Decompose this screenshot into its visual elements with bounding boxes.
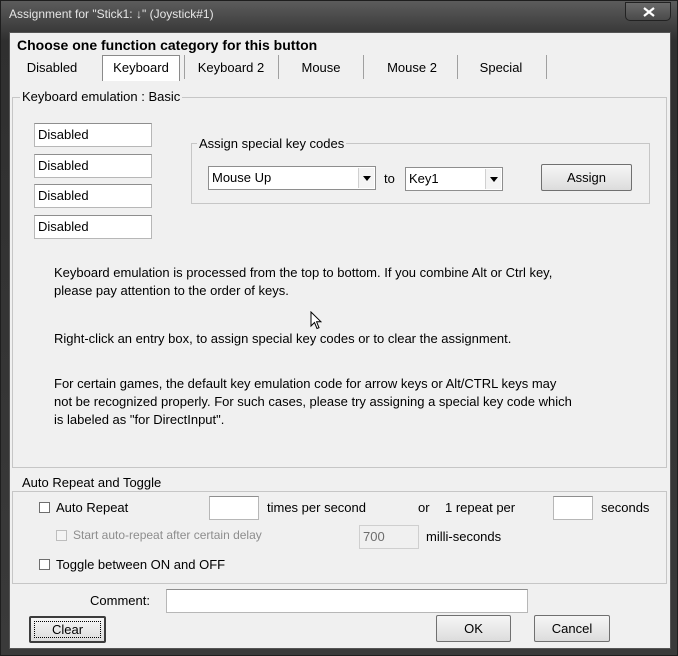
tab-special[interactable]: Special [460, 55, 542, 81]
special-key-target-select[interactable]: Key1 [405, 167, 503, 191]
toggle-label[interactable]: Toggle between ON and OFF [56, 557, 225, 572]
info-line: For certain games, the default key emula… [54, 376, 557, 391]
key-entry-1[interactable]: Disabled [34, 123, 152, 147]
dropdown-arrow-icon[interactable] [358, 168, 374, 188]
page-title: Choose one function category for this bu… [17, 37, 318, 53]
window-title: Assignment for "Stick1: ↓" (Joystick#1) [9, 7, 214, 21]
tab-disabled[interactable]: Disabled [16, 55, 88, 81]
one-repeat-per-label: 1 repeat per [445, 500, 516, 515]
close-button[interactable] [625, 2, 671, 21]
dialog-client-area: Choose one function category for this bu… [9, 32, 671, 649]
mouse-cursor-icon [310, 311, 322, 330]
title-bar[interactable]: Assignment for "Stick1: ↓" (Joystick#1) [1, 1, 678, 31]
toggle-checkbox[interactable] [39, 559, 50, 570]
auto-repeat-checkbox[interactable] [39, 502, 50, 513]
milli-seconds-label: milli-seconds [426, 529, 502, 544]
info-line: is labeled as "for DirectInput". [54, 412, 225, 427]
delay-input[interactable]: 700 [359, 525, 419, 549]
info-line: Right-click an entry box, to assign spec… [54, 331, 512, 346]
tab-mouse-2[interactable]: Mouse 2 [368, 55, 456, 81]
special-key-target-value: Key1 [409, 171, 439, 186]
to-label: to [384, 171, 395, 186]
seconds-label: seconds [601, 500, 650, 515]
clear-button[interactable]: Clear [29, 616, 106, 643]
close-icon [643, 7, 655, 17]
key-entry-3[interactable]: Disabled [34, 184, 152, 208]
info-paragraph-right-click: Right-click an entry box, to assign spec… [54, 330, 624, 348]
focus-indicator [34, 621, 101, 638]
special-key-source-select[interactable]: Mouse Up [208, 166, 376, 190]
comment-input[interactable] [166, 589, 528, 613]
tab-divider [184, 55, 185, 79]
ok-button[interactable]: OK [436, 615, 511, 642]
info-line: not be recognized properly. For such cas… [54, 394, 572, 409]
delay-label: Start auto-repeat after certain delay [73, 528, 262, 542]
info-paragraph-directinput: For certain games, the default key emula… [54, 375, 624, 429]
tab-divider [363, 55, 364, 79]
auto-repeat-label[interactable]: Auto Repeat [56, 500, 128, 515]
comment-label: Comment: [90, 593, 150, 608]
delay-checkbox[interactable] [56, 530, 67, 541]
tab-divider [457, 55, 458, 79]
dropdown-arrow-icon[interactable] [485, 169, 501, 189]
tab-keyboard-2[interactable]: Keyboard 2 [188, 55, 274, 81]
auto-repeat-group-label: Auto Repeat and Toggle [20, 475, 164, 490]
tab-divider [278, 55, 279, 79]
info-line: Keyboard emulation is processed from the… [54, 265, 553, 280]
special-key-codes-group-label: Assign special key codes [197, 136, 347, 151]
assign-button[interactable]: Assign [541, 164, 632, 191]
keyboard-emulation-group-label: Keyboard emulation : Basic [20, 89, 183, 104]
or-label: or [418, 500, 430, 515]
dialog-window: Assignment for "Stick1: ↓" (Joystick#1) … [0, 0, 678, 656]
info-line: please pay attention to the order of key… [54, 283, 289, 298]
key-entry-4[interactable]: Disabled [34, 215, 152, 239]
tab-keyboard[interactable]: Keyboard [102, 55, 180, 81]
special-key-source-value: Mouse Up [212, 170, 272, 185]
times-per-second-input[interactable] [209, 496, 259, 520]
key-entry-2[interactable]: Disabled [34, 154, 152, 178]
cancel-button[interactable]: Cancel [534, 615, 610, 642]
info-paragraph-order: Keyboard emulation is processed from the… [54, 264, 624, 300]
tab-divider [546, 55, 547, 79]
times-per-second-label: times per second [267, 500, 366, 515]
tab-mouse[interactable]: Mouse [282, 55, 360, 81]
seconds-input[interactable] [553, 496, 593, 520]
